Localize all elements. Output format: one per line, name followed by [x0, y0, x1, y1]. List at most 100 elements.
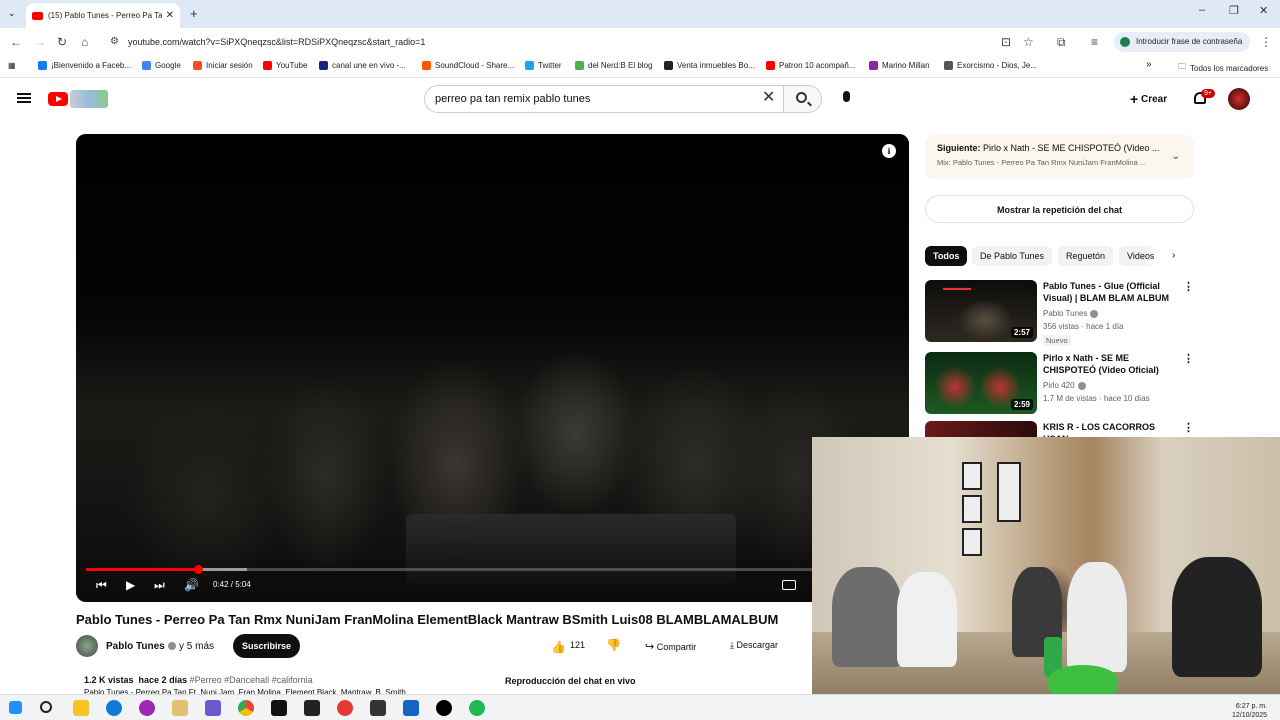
bookmark-item[interactable]: Venta inmuebles Bo... [664, 61, 755, 70]
subtitles-icon[interactable] [782, 580, 796, 590]
chip-de-pablo-tunes[interactable]: De Pablo Tunes [972, 246, 1053, 266]
bookmark-item[interactable]: Google [142, 61, 181, 70]
minimize-icon[interactable]: – [1199, 4, 1205, 16]
bookmark-item[interactable]: Exorcismo - Dios, Je... [944, 61, 1037, 70]
close-window-icon[interactable]: ✕ [1259, 4, 1268, 17]
more-options-icon[interactable]: ⋮ [1183, 352, 1194, 365]
app-icon[interactable] [436, 700, 452, 716]
all-bookmarks-link[interactable]: 🗀 Todos los marcadores [1178, 61, 1268, 75]
back-icon[interactable]: ← [10, 35, 22, 49]
bookmark-item[interactable]: Twitter [525, 61, 562, 70]
youtube-logo[interactable] [48, 92, 68, 106]
info-icon[interactable]: i [882, 144, 896, 158]
description-meta[interactable]: 1.2 K vistas hace 2 días #Perreo #Danceh… [84, 675, 313, 685]
playlist-next-panel[interactable]: Siguiente: Pirlo x Nath - SE ME CHISPOTE… [925, 135, 1194, 179]
file-explorer-icon[interactable] [73, 700, 89, 716]
app-icon[interactable] [370, 700, 386, 716]
clear-search-icon[interactable]: ✕ [762, 89, 775, 107]
show-chat-replay-button[interactable]: Mostrar la repetición del chat [925, 195, 1194, 223]
upload-age: hace 2 días [138, 675, 188, 685]
bookmark-item[interactable]: canal une en vivo -... [319, 61, 406, 70]
tab-search-icon[interactable]: ⌄ [8, 8, 16, 19]
hamburger-menu-icon[interactable] [17, 93, 31, 103]
chips-next-icon[interactable]: › [1172, 250, 1175, 261]
like-icon[interactable]: 👍 [551, 640, 566, 654]
edge-icon[interactable] [106, 700, 122, 716]
video-thumbnail[interactable]: ▬▬▬▬ 2:57 [925, 280, 1037, 342]
forward-icon[interactable]: → [34, 35, 46, 49]
blam-logo: ▬▬▬▬ [943, 285, 971, 292]
close-tab-icon[interactable]: ✕ [166, 10, 174, 21]
new-tab-icon[interactable]: + [190, 6, 198, 21]
bookmark-item[interactable]: Marino Millan [869, 61, 930, 70]
play-icon[interactable]: ▶ [126, 578, 135, 592]
more-options-icon[interactable]: ⋮ [1183, 280, 1194, 293]
bookmark-label: Marino Millan [882, 61, 930, 70]
subscribe-button[interactable]: Suscribirse [233, 634, 300, 658]
app-icon[interactable] [139, 700, 155, 716]
next-icon[interactable]: ⏭ [154, 578, 165, 592]
app-icon[interactable] [172, 700, 188, 716]
search-taskbar-icon[interactable] [40, 701, 52, 713]
bookmarks-bar: ▦ ¡Bienvenido a Faceb... Google Iniciar se… [0, 56, 1280, 78]
dislike-icon[interactable]: 👎 [606, 638, 621, 652]
home-icon[interactable]: ⌂ [81, 35, 88, 49]
password-prompt-button[interactable]: Introducir frase de contraseña [1114, 32, 1250, 52]
bookmark-label: del Nerd:B El blog [588, 61, 653, 70]
chrome-icon[interactable] [238, 700, 254, 716]
download-icon: ⤓ [730, 640, 734, 650]
app-icon[interactable] [337, 700, 353, 716]
chip-todos[interactable]: Todos [925, 246, 968, 266]
chevron-down-icon[interactable]: ⌄ [1172, 151, 1180, 162]
chip-regueton[interactable]: Reguetón [1058, 246, 1114, 266]
menu-kebab-icon[interactable]: ⋮ [1260, 35, 1272, 49]
recommendation-item[interactable]: 2:59 Pirlo x Nath - SE ME CHISPOTEÓ (Vid… [925, 352, 1195, 414]
share-label: Compartir [656, 642, 697, 652]
progress-bar[interactable] [86, 565, 899, 574]
app-icon[interactable] [271, 700, 287, 716]
app-icon[interactable] [205, 700, 221, 716]
channel-name[interactable]: Pablo Tunes [106, 641, 176, 652]
more-bookmarks-icon[interactable]: » [1146, 59, 1152, 70]
person [1172, 557, 1262, 677]
bookmark-item[interactable]: Patron 10 acompañ... [766, 61, 856, 70]
apps-grid-icon[interactable]: ▦ [8, 61, 16, 70]
create-button[interactable]: + Crear [1130, 91, 1167, 107]
hashtags[interactable]: #Perreo #Dancehall #california [190, 675, 313, 685]
start-icon[interactable] [9, 701, 22, 714]
bookmark-item[interactable]: SoundCloud - Share... [422, 61, 514, 70]
bookmark-item[interactable]: del Nerd:B El blog [575, 61, 652, 70]
spotify-icon[interactable] [469, 700, 485, 716]
app-icon[interactable] [403, 700, 419, 716]
bookmark-item[interactable]: YouTube [263, 61, 307, 70]
youtube-doodle[interactable] [70, 90, 108, 108]
bookmark-favicon-icon [38, 61, 47, 70]
address-bar[interactable]: youtube.com/watch?v=SiPXQneqzsc&list=RDS… [104, 33, 1104, 51]
previous-icon[interactable]: ⏮ [96, 578, 107, 592]
channel-avatar[interactable] [76, 635, 98, 657]
recommendation-item[interactable]: ▬▬▬▬ 2:57 Pablo Tunes - Glue (Official V… [925, 280, 1195, 346]
chip-videos[interactable]: Videos [1119, 246, 1159, 266]
recommendation-item[interactable]: KRIS R - LOS CACORROS USAN ⋮ [925, 421, 1195, 437]
person [832, 567, 902, 667]
restore-icon[interactable]: ❐ [1229, 4, 1239, 17]
browser-tab[interactable]: (15) Pablo Tunes - Perreo Pa Ta ✕ [26, 3, 180, 28]
video-thumbnail[interactable]: 2:59 [925, 352, 1037, 414]
key-icon [1120, 37, 1130, 47]
video-thumbnail[interactable] [925, 421, 1037, 437]
app-icon[interactable] [304, 700, 320, 716]
taskbar-clock: 6:27 p. m. 12/10/2025 [1232, 702, 1267, 720]
microphone-icon[interactable] [843, 91, 850, 102]
video-player[interactable]: i ⏮ ▶ ⏭ 🔊 0:42 / 5:04 [76, 134, 909, 602]
account-avatar[interactable] [1228, 88, 1250, 110]
volume-icon[interactable]: 🔊 [184, 578, 199, 592]
more-options-icon[interactable]: ⋮ [1183, 421, 1194, 434]
share-button[interactable]: ↪ Compartir [645, 640, 696, 653]
reload-icon[interactable]: ↻ [57, 35, 67, 49]
mix-title: Mix: Pablo Tunes - Perreo Pa Tan Rmx Nun… [937, 158, 1147, 167]
bookmark-item[interactable]: Iniciar sesión [193, 61, 253, 70]
collaborators-link[interactable]: y 5 más [179, 641, 214, 652]
download-button[interactable]: ⤓ Descargar [730, 640, 778, 651]
search-input[interactable]: perreo pa tan remix pablo tunes [424, 85, 784, 113]
bookmark-item[interactable]: ¡Bienvenido a Faceb... [38, 61, 131, 70]
